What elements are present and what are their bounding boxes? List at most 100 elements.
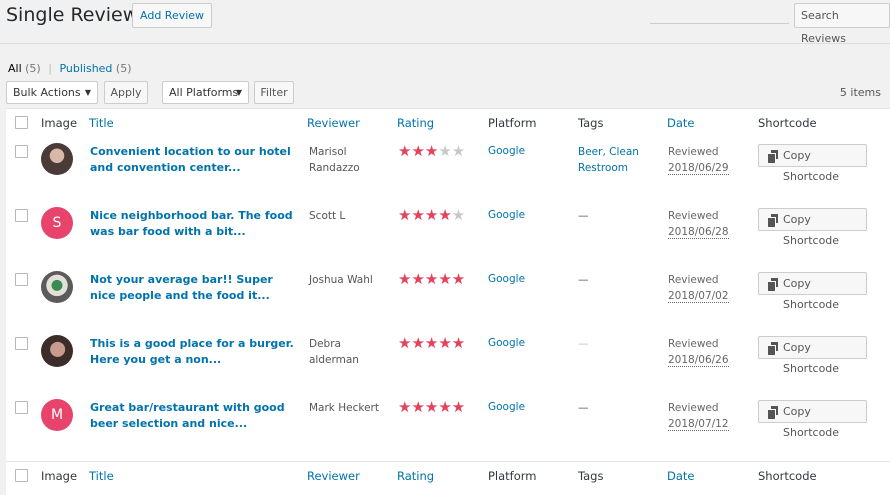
column-date[interactable]: Date [667, 469, 695, 483]
copy-shortcode-button[interactable]: Copy Shortcode [758, 272, 867, 311]
row-checkbox[interactable] [15, 337, 28, 350]
review-date: Reviewed 2018/06/28 [668, 208, 729, 240]
row-checkbox[interactable] [15, 273, 28, 286]
table-row: This is a good place for a burger. Here … [6, 329, 890, 393]
rating-stars: ★★★★★ [398, 335, 465, 351]
add-review-button[interactable]: Add Review [132, 3, 213, 28]
row-checkbox[interactable] [15, 209, 28, 222]
rating-stars: ★★★★★ [398, 399, 465, 415]
date-label: Reviewed [668, 402, 719, 414]
review-title-link[interactable]: Nice neighborhood bar. The food was bar … [90, 208, 295, 240]
copy-shortcode-label: Copy Shortcode [783, 213, 840, 247]
column-platform: Platform [488, 116, 537, 130]
copy-icon [768, 214, 779, 227]
column-image: Image [41, 469, 78, 483]
row-checkbox[interactable] [15, 401, 28, 414]
copy-shortcode-button[interactable]: Copy Shortcode [758, 336, 867, 375]
review-title-link[interactable]: Not your average bar!! Super nice people… [90, 272, 295, 304]
reviewer-name: Mark Heckert [309, 402, 379, 414]
copy-shortcode-button[interactable]: Copy Shortcode [758, 144, 867, 183]
caret-down-icon: ▼ [235, 88, 242, 97]
reviewer-avatar [41, 271, 73, 303]
column-title[interactable]: Title [89, 469, 114, 483]
star-filled-icon: ★★★★★ [398, 270, 466, 288]
column-shortcode: Shortcode [758, 116, 817, 130]
bulk-actions-select[interactable]: Bulk Actions ▼ [6, 81, 98, 104]
caret-down-icon: ▼ [84, 88, 91, 97]
row-checkbox[interactable] [15, 145, 28, 158]
tags-empty: — [578, 402, 589, 414]
copy-shortcode-label: Copy Shortcode [783, 405, 840, 439]
date-value: 2018/06/29 [668, 162, 729, 175]
view-separator: | [48, 62, 52, 75]
search-reviews-button[interactable]: Search Reviews [794, 3, 890, 45]
tags-link[interactable]: Beer, Clean Restroom [578, 144, 648, 176]
table-header: Image Title Reviewer Rating Platform Tag… [6, 109, 890, 137]
header-divider [0, 43, 890, 44]
star-empty-icon: ★ [451, 206, 466, 224]
platform-link[interactable]: Google [488, 209, 525, 221]
column-rating[interactable]: Rating [397, 469, 434, 483]
review-date: Reviewed 2018/06/29 [668, 144, 729, 176]
star-filled-icon: ★★★ [398, 142, 439, 160]
select-all-checkbox-footer[interactable] [15, 469, 28, 482]
view-all-link[interactable]: All [8, 62, 22, 75]
page-title: Single Reviews [6, 4, 149, 26]
table-row: S Nice neighborhood bar. The food was ba… [6, 201, 890, 265]
star-empty-icon: ★★ [438, 142, 466, 160]
reviewer-name: Debra alderman [309, 338, 359, 366]
column-rating[interactable]: Rating [397, 116, 434, 130]
platform-link[interactable]: Google [488, 273, 525, 285]
platform-select-value: All Platforms [169, 86, 239, 99]
bulk-actions-value: Bulk Actions [13, 86, 81, 99]
column-shortcode: Shortcode [758, 469, 817, 483]
rating-stars: ★★★★★ [398, 143, 465, 159]
apply-button[interactable]: Apply [104, 81, 148, 104]
review-title-link[interactable]: This is a good place for a burger. Here … [90, 336, 295, 368]
column-date[interactable]: Date [667, 116, 695, 130]
column-image: Image [41, 116, 78, 130]
reviewer-avatar: M [41, 399, 73, 431]
view-published-link[interactable]: Published [59, 62, 112, 75]
review-title-link[interactable]: Great bar/restaurant with good beer sele… [90, 400, 295, 432]
column-tags: Tags [578, 116, 604, 130]
status-views: All (5) | Published (5) [8, 62, 132, 75]
view-published-count: (5) [115, 62, 132, 75]
column-reviewer[interactable]: Reviewer [307, 116, 360, 130]
platform-link[interactable]: Google [488, 145, 525, 157]
search-input[interactable] [650, 4, 789, 24]
review-date: Reviewed 2018/06/26 [668, 336, 729, 368]
filter-button[interactable]: Filter [254, 81, 294, 104]
tags-empty: — [578, 210, 589, 222]
reviewer-avatar [41, 143, 73, 175]
reviewer-name: Marisol Randazzo [309, 146, 360, 174]
rating-stars: ★★★★★ [398, 271, 465, 287]
table-footer: Image Title Reviewer Rating Platform Tag… [6, 461, 890, 489]
rating-stars: ★★★★★ [398, 207, 465, 223]
copy-icon [768, 150, 779, 163]
platform-link[interactable]: Google [488, 401, 525, 413]
star-filled-icon: ★★★★ [398, 206, 452, 224]
copy-shortcode-button[interactable]: Copy Shortcode [758, 208, 867, 247]
date-value: 2018/07/12 [668, 418, 729, 431]
platform-select[interactable]: All Platforms ▼ [162, 81, 249, 104]
date-label: Reviewed [668, 146, 719, 158]
star-filled-icon: ★★★★★ [398, 398, 466, 416]
copy-icon [768, 406, 779, 419]
review-date: Reviewed 2018/07/02 [668, 272, 729, 304]
date-label: Reviewed [668, 274, 719, 286]
copy-shortcode-button[interactable]: Copy Shortcode [758, 400, 867, 439]
view-all-count: (5) [25, 62, 41, 75]
tags-empty: — [578, 274, 589, 286]
platform-link[interactable]: Google [488, 337, 525, 349]
copy-icon [768, 342, 779, 355]
column-reviewer[interactable]: Reviewer [307, 469, 360, 483]
select-all-checkbox[interactable] [15, 116, 28, 129]
copy-shortcode-label: Copy Shortcode [783, 149, 840, 183]
column-tags: Tags [578, 469, 604, 483]
tags-empty: — [578, 338, 589, 350]
column-platform: Platform [488, 469, 537, 483]
column-title[interactable]: Title [89, 116, 114, 130]
review-title-link[interactable]: Convenient location to our hotel and con… [90, 144, 295, 176]
date-value: 2018/06/28 [668, 226, 729, 239]
